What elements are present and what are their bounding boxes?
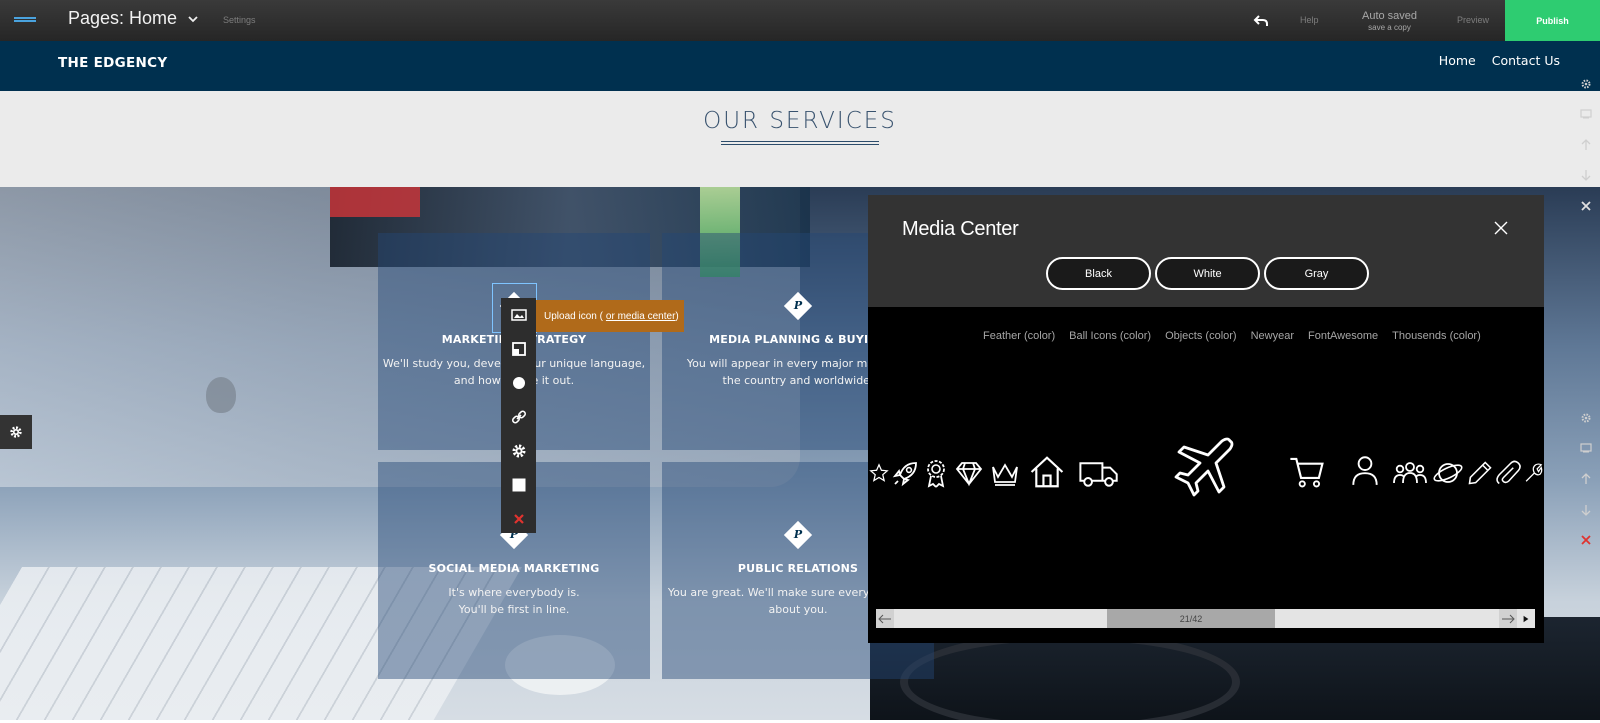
services-title-band: OUR SERVICES bbox=[0, 91, 1600, 187]
circle-shape-icon[interactable] bbox=[501, 366, 536, 400]
upload-label-suffix: ) bbox=[675, 310, 679, 322]
move-up-icon[interactable] bbox=[1580, 138, 1594, 152]
service-title[interactable]: SOCIAL MEDIA MARKETING bbox=[378, 562, 650, 575]
cart-icon[interactable] bbox=[1288, 453, 1326, 491]
site-nav: Home Contact Us bbox=[1439, 53, 1560, 68]
site-header: THE EDGENCY Home Contact Us bbox=[0, 41, 1600, 91]
star-icon[interactable] bbox=[868, 457, 890, 489]
delete-section-icon[interactable] bbox=[1580, 533, 1594, 547]
service-description[interactable]: It's where everybody is. You'll be first … bbox=[378, 584, 650, 618]
settings-link[interactable]: Settings bbox=[223, 15, 256, 25]
category-newyear[interactable]: Newyear bbox=[1251, 330, 1294, 342]
site-logo[interactable]: THE EDGENCY bbox=[58, 55, 167, 71]
scroll-right-arrow-icon[interactable] bbox=[1499, 609, 1517, 628]
media-center-title: Media Center bbox=[902, 218, 1019, 240]
gear-icon[interactable] bbox=[501, 434, 536, 468]
close-section-icon[interactable] bbox=[1580, 199, 1594, 213]
color-black-button[interactable]: Black bbox=[1046, 257, 1151, 290]
airplane-icon[interactable] bbox=[1174, 435, 1238, 499]
page-selector[interactable]: Pages: Home bbox=[68, 8, 199, 29]
section-gear-icon[interactable] bbox=[1580, 77, 1594, 91]
upload-icon-label[interactable]: Upload icon ( bbox=[544, 311, 603, 322]
service-badge-icon[interactable]: P bbox=[783, 291, 813, 321]
image-icon[interactable] bbox=[501, 298, 536, 332]
screen-red-area bbox=[330, 187, 420, 217]
link-icon[interactable] bbox=[501, 400, 536, 434]
media-center-link[interactable]: or media center bbox=[606, 311, 675, 322]
icon-color-options: Black White Gray bbox=[1046, 257, 1369, 290]
users-icon[interactable] bbox=[1392, 457, 1428, 489]
scroll-end-icon[interactable] bbox=[1517, 609, 1535, 628]
category-objects[interactable]: Objects (color) bbox=[1165, 330, 1237, 342]
rocket-icon[interactable] bbox=[890, 457, 922, 489]
home-icon[interactable] bbox=[1028, 453, 1066, 491]
truck-icon[interactable] bbox=[1076, 453, 1120, 491]
icon-carousel bbox=[868, 435, 1544, 515]
media-center-dialog: Media Center Black White Gray Feather (c… bbox=[868, 195, 1544, 643]
editor-top-bar: Pages: Home Settings Help Auto saved sav… bbox=[0, 0, 1600, 41]
icon-carousel-scrollbar[interactable]: 21/42 bbox=[876, 609, 1535, 628]
icon-category-tabs: Feather (color) Ball Icons (color) Objec… bbox=[983, 330, 1481, 342]
apple-logo-image bbox=[206, 377, 236, 413]
right-section-controls bbox=[1574, 41, 1600, 723]
move-down-icon[interactable] bbox=[1580, 168, 1594, 182]
user-icon[interactable] bbox=[1348, 451, 1382, 489]
section-settings-gear-icon[interactable] bbox=[0, 415, 32, 449]
award-icon[interactable] bbox=[920, 457, 952, 489]
autosave-text: Auto saved bbox=[1362, 10, 1418, 22]
scroll-left-arrow-icon[interactable] bbox=[876, 609, 894, 628]
autosave-status: Auto saved save a copy bbox=[1362, 10, 1417, 32]
resize-icon[interactable] bbox=[501, 332, 536, 366]
move-up-icon[interactable] bbox=[1580, 472, 1594, 486]
preview-link[interactable]: Preview bbox=[1457, 15, 1489, 25]
chevron-down-icon bbox=[188, 15, 198, 22]
help-link[interactable]: Help bbox=[1300, 15, 1319, 25]
editor-logo bbox=[14, 17, 36, 22]
diamond-icon[interactable] bbox=[953, 457, 985, 489]
paperclip-icon[interactable] bbox=[1494, 457, 1522, 489]
category-ball-icons[interactable]: Ball Icons (color) bbox=[1069, 330, 1151, 342]
save-copy-link[interactable]: save a copy bbox=[1362, 23, 1417, 32]
pencil-icon[interactable] bbox=[1466, 457, 1494, 489]
category-fontawesome[interactable]: FontAwesome bbox=[1308, 330, 1378, 342]
category-thousends[interactable]: Thousends (color) bbox=[1392, 330, 1481, 342]
nav-home[interactable]: Home bbox=[1439, 53, 1476, 68]
category-feather[interactable]: Feather (color) bbox=[983, 330, 1055, 342]
planet-icon[interactable] bbox=[1432, 457, 1464, 489]
upload-icon-tooltip[interactable]: Upload icon (or media center) bbox=[536, 300, 684, 332]
service-badge-icon[interactable]: P bbox=[783, 520, 813, 550]
close-icon[interactable] bbox=[1492, 219, 1510, 237]
section-background-icon[interactable] bbox=[1580, 441, 1594, 455]
media-center-body: Feather (color) Ball Icons (color) Objec… bbox=[868, 307, 1544, 643]
page-selector-label: Pages: Home bbox=[68, 8, 178, 28]
title-underline bbox=[721, 141, 879, 145]
delete-icon[interactable] bbox=[501, 502, 536, 536]
scrollbar-thumb[interactable]: 21/42 bbox=[1107, 609, 1275, 628]
nav-contact-us[interactable]: Contact Us bbox=[1492, 53, 1560, 68]
services-title[interactable]: OUR SERVICES bbox=[0, 108, 1600, 134]
crown-icon[interactable] bbox=[989, 457, 1021, 489]
wrench-icon[interactable] bbox=[1522, 457, 1544, 489]
element-toolbar bbox=[501, 298, 536, 533]
move-down-icon[interactable] bbox=[1580, 503, 1594, 517]
square-shape-icon[interactable] bbox=[501, 468, 536, 502]
color-gray-button[interactable]: Gray bbox=[1264, 257, 1369, 290]
section-background-icon[interactable] bbox=[1580, 107, 1594, 121]
section-gear-icon[interactable] bbox=[1580, 411, 1594, 425]
publish-button[interactable]: Publish bbox=[1505, 0, 1600, 41]
color-white-button[interactable]: White bbox=[1155, 257, 1260, 290]
undo-icon[interactable] bbox=[1253, 12, 1269, 28]
